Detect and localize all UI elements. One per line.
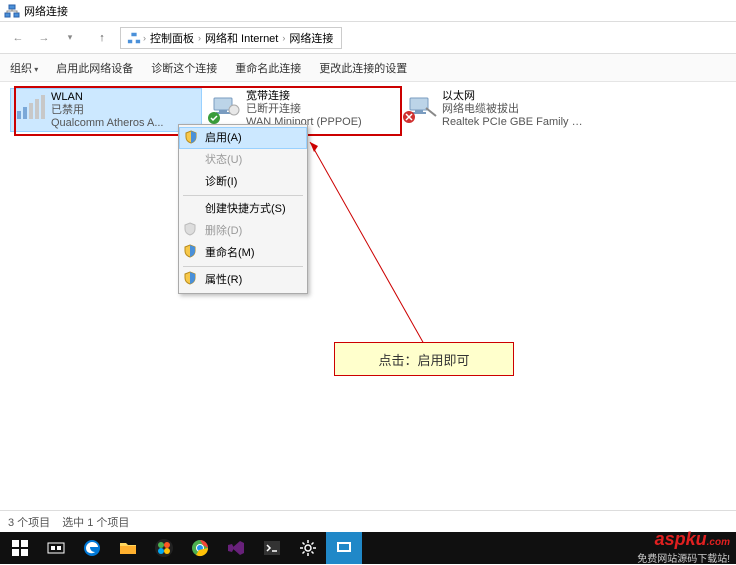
titlebar: 网络连接 (0, 0, 736, 22)
menu-delete: 删除(D) (179, 220, 307, 242)
start-button[interactable] (2, 532, 38, 564)
watermark: aspku.com 免费网站源码下载站! (637, 532, 730, 564)
connection-status: 已禁用 (51, 104, 164, 117)
wifi-icon (15, 91, 47, 123)
app-active-icon[interactable] (326, 532, 362, 564)
menu-properties[interactable]: 属性(R) (179, 269, 307, 291)
wan-icon (210, 90, 242, 122)
menu-separator (183, 195, 303, 196)
up-button[interactable]: ↑ (92, 28, 112, 48)
connection-wlan[interactable]: WLAN 已禁用 Qualcomm Atheros A... (10, 88, 202, 132)
navbar: ← → ▾ ↑ › 控制面板 › 网络和 Internet › 网络连接 (0, 22, 736, 54)
browser-icon[interactable] (182, 532, 218, 564)
chevron-right-icon: › (282, 33, 285, 43)
connection-name: 以太网 (442, 90, 590, 103)
enable-device-button[interactable]: 启用此网络设备 (56, 60, 133, 76)
diagnose-button[interactable]: 诊断这个连接 (151, 60, 217, 76)
connection-ethernet[interactable]: 以太网 网络电缆被拔出 Realtek PCIe GBE Family Cont… (402, 88, 594, 132)
terminal-icon[interactable] (254, 532, 290, 564)
visual-studio-icon[interactable] (218, 532, 254, 564)
forward-button[interactable]: → (32, 26, 56, 50)
annotation-callout: 点击：启用即可 (334, 342, 514, 376)
context-menu: 启用(A) 状态(U) 诊断(I) 创建快捷方式(S) 删除(D) 重命名(M)… (178, 124, 308, 294)
menu-rename[interactable]: 重命名(M) (179, 242, 307, 264)
edge-icon[interactable] (74, 532, 110, 564)
menu-diagnose[interactable]: 诊断(I) (179, 171, 307, 193)
chevron-right-icon: › (198, 33, 201, 43)
menu-separator (183, 266, 303, 267)
taskbar (0, 532, 736, 564)
menu-create-shortcut[interactable]: 创建快捷方式(S) (179, 198, 307, 220)
taskview-button[interactable] (38, 532, 74, 564)
annotation-text: 点击：启用即可 (378, 350, 469, 369)
back-button[interactable]: ← (6, 26, 30, 50)
item-count: 3 个项目 (8, 514, 50, 530)
connection-device: Realtek PCIe GBE Family Contr... (442, 116, 590, 129)
breadcrumb[interactable]: › 控制面板 › 网络和 Internet › 网络连接 (120, 27, 342, 49)
statusbar: 3 个项目 选中 1 个项目 (0, 510, 736, 532)
ethernet-icon (406, 90, 438, 122)
shield-icon (184, 130, 198, 144)
menu-enable[interactable]: 启用(A) (179, 127, 307, 149)
menu-status: 状态(U) (179, 149, 307, 171)
annotation-arrow (0, 82, 736, 516)
content-area: WLAN 已禁用 Qualcomm Atheros A... 宽带连接 已断开连… (0, 82, 736, 516)
chevron-right-icon: › (143, 33, 146, 43)
connections-list: WLAN 已禁用 Qualcomm Atheros A... 宽带连接 已断开连… (0, 82, 736, 138)
rename-button[interactable]: 重命名此连接 (235, 60, 301, 76)
window-title: 网络连接 (24, 3, 68, 19)
error-icon (402, 110, 416, 124)
network-icon (4, 3, 20, 19)
crumb-item[interactable]: 网络连接 (289, 30, 333, 46)
toolbar: 组织 启用此网络设备 诊断这个连接 重命名此连接 更改此连接的设置 (0, 54, 736, 82)
crumb-item[interactable]: 控制面板 (150, 30, 194, 46)
shield-icon (183, 222, 197, 236)
shield-icon (183, 271, 197, 285)
change-settings-button[interactable]: 更改此连接的设置 (319, 60, 407, 76)
connection-device: Qualcomm Atheros A... (51, 117, 164, 130)
connection-name: WLAN (51, 91, 164, 104)
file-explorer-icon[interactable] (110, 532, 146, 564)
connection-status: 已断开连接 (246, 103, 362, 116)
network-icon (127, 31, 141, 45)
settings-icon[interactable] (290, 532, 326, 564)
shield-icon (183, 244, 197, 258)
connection-name: 宽带连接 (246, 90, 362, 103)
organize-menu[interactable]: 组织 (10, 60, 38, 76)
crumb-item[interactable]: 网络和 Internet (205, 30, 278, 46)
history-dropdown[interactable]: ▾ (58, 26, 82, 50)
app-icon-colorful[interactable] (146, 532, 182, 564)
selected-count: 选中 1 个项目 (62, 514, 129, 530)
connection-status: 网络电缆被拔出 (442, 103, 590, 116)
check-icon (208, 112, 220, 124)
